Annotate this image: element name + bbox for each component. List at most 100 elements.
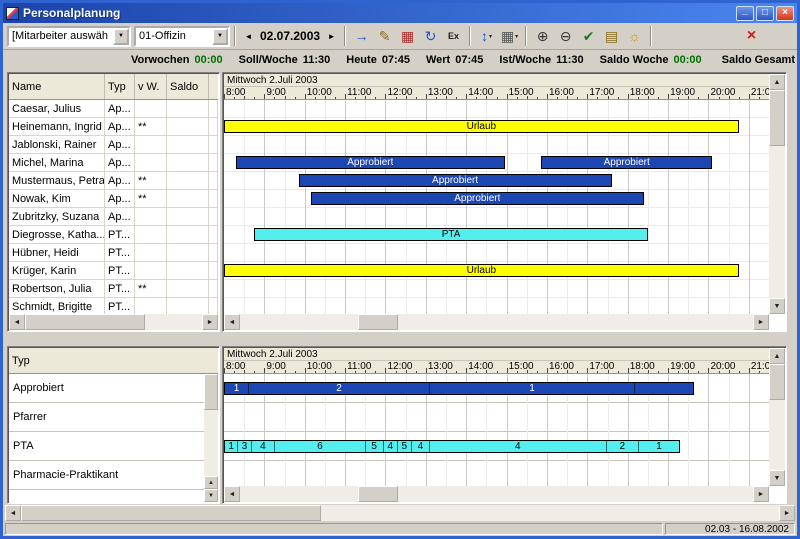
zoom-out-button[interactable]: ⊖ [554, 26, 577, 46]
scrollbar-thumb[interactable] [25, 314, 145, 330]
employee-row[interactable]: Michel, MarinaAp... [9, 154, 218, 172]
scrollbar-thumb[interactable] [358, 486, 398, 502]
gantt-bar[interactable]: PTA [254, 228, 648, 241]
scrollbar-track[interactable] [769, 90, 785, 298]
scrollbar-track[interactable] [240, 486, 753, 502]
employee-row[interactable]: Hübner, HeidiPT... [9, 244, 218, 262]
employee-row[interactable]: Robertson, JuliaPT...** [9, 280, 218, 298]
minimize-button[interactable]: _ [736, 6, 754, 21]
gantt-row[interactable] [224, 136, 769, 154]
delete-button[interactable]: × [740, 26, 763, 46]
tick-mark [708, 94, 709, 99]
maximize-button[interactable]: □ [756, 6, 774, 21]
employee-select[interactable]: [Mitarbeiter auswäh ▼ [7, 26, 131, 47]
scroll-up-button[interactable]: ▲ [769, 74, 785, 90]
scroll-left-button[interactable]: ◄ [224, 314, 240, 330]
scroll-up-button[interactable]: ▲ [204, 476, 218, 489]
scroll-down-button[interactable]: ▼ [769, 298, 785, 314]
scroll-up-button[interactable]: ▲ [769, 348, 785, 364]
sort-rows-button[interactable]: ↕▾ [475, 26, 498, 46]
scrollbar-thumb[interactable] [769, 90, 785, 146]
employee-row[interactable]: Caesar, JuliusAp... [9, 100, 218, 118]
scrollbar-thumb[interactable] [769, 364, 785, 400]
summary-bar[interactable]: 13465454421 [224, 440, 680, 453]
arrow-left-icon: ◄ [229, 319, 236, 326]
scroll-down-button[interactable]: ▼ [204, 489, 218, 502]
gantt-row[interactable] [224, 244, 769, 262]
excel-export-button[interactable]: Ex [442, 26, 465, 46]
gantt-bar[interactable]: Urlaub [224, 264, 739, 277]
type-row[interactable]: Approbiert [9, 374, 204, 403]
top-gantt-hscrollbar[interactable]: ◄ ► [224, 314, 769, 330]
scroll-left-button[interactable]: ◄ [9, 314, 25, 330]
gantt-bar[interactable]: Approbiert [541, 156, 713, 169]
status-value: 00:00 [194, 54, 222, 66]
branch-select[interactable]: 01-Offizin ▼ [134, 26, 230, 47]
scroll-right-button[interactable]: ► [753, 486, 769, 502]
previous-day-button[interactable]: ◄ [240, 27, 257, 46]
horizontal-splitter[interactable] [3, 332, 797, 346]
gantt-row[interactable] [224, 280, 769, 298]
gantt-bar[interactable]: Approbiert [236, 156, 504, 169]
refresh-button[interactable]: ↻ [419, 26, 442, 46]
scrollbar-track[interactable] [769, 364, 785, 470]
type-row[interactable]: Pfarrer [9, 403, 204, 432]
notes-button[interactable]: ☼ [623, 26, 646, 46]
tick-mark [486, 96, 487, 99]
scroll-right-button[interactable]: ► [779, 505, 795, 521]
type-row[interactable]: Pharmacie-Praktikant [9, 461, 204, 490]
tick-mark [497, 97, 498, 99]
next-day-button[interactable]: ► [323, 27, 340, 46]
confirm-button[interactable]: ✔ [577, 26, 600, 46]
scrollbar-thumb[interactable] [21, 505, 321, 521]
scrollbar-track[interactable] [240, 314, 753, 330]
summary-row[interactable] [224, 403, 769, 432]
app-hscrollbar[interactable]: ◄ ► [5, 505, 795, 521]
tick-mark [365, 96, 366, 99]
close-button[interactable]: × [776, 6, 794, 21]
scrollbar-track[interactable] [25, 314, 202, 330]
top-gantt-vscrollbar[interactable]: ▲ ▼ [769, 74, 785, 314]
scrollbar-track[interactable] [21, 505, 779, 521]
calendar-button[interactable]: ▦ [396, 26, 419, 46]
tick-mark [729, 370, 730, 373]
gantt-row[interactable] [224, 100, 769, 118]
employee-row[interactable]: Krüger, KarinPT... [9, 262, 218, 280]
grid-view-button[interactable]: ▦▾ [498, 26, 521, 46]
scrollbar-thumb[interactable] [358, 314, 398, 330]
employee-row[interactable]: Jablonski, RainerAp... [9, 136, 218, 154]
gantt-bar[interactable]: Urlaub [224, 120, 739, 133]
gantt-bar[interactable]: Approbiert [311, 192, 644, 205]
branch-select-arrow[interactable]: ▼ [212, 28, 228, 45]
employee-row[interactable]: Mustermaus, PetraAp...** [9, 172, 218, 190]
type-row[interactable]: PTA [9, 432, 204, 461]
scroll-right-button[interactable]: ► [202, 314, 218, 330]
gantt-row[interactable] [224, 208, 769, 226]
employee-row[interactable]: Zubritzky, SuzanaAp... [9, 208, 218, 226]
employee-select-arrow[interactable]: ▼ [113, 28, 129, 45]
employee-name-cell: Krüger, Karin [9, 262, 105, 279]
gantt-bar[interactable]: Approbiert [299, 174, 612, 187]
edit-plan-button[interactable]: ✎ [373, 26, 396, 46]
scrollbar-track[interactable] [204, 374, 218, 476]
employee-grid-hscrollbar[interactable]: ◄ ► [9, 314, 218, 330]
goto-day-button[interactable]: → [350, 26, 373, 46]
zoom-in-button[interactable]: ⊕ [531, 26, 554, 46]
type-grid-vscrollbar[interactable]: ▲ ▼ [204, 374, 218, 502]
employee-row[interactable]: Heinemann, IngridAp...** [9, 118, 218, 136]
cardfile-button[interactable]: ▤ [600, 26, 623, 46]
saldo-cell [167, 280, 209, 297]
scroll-left-button[interactable]: ◄ [5, 505, 21, 521]
vw-cell [135, 136, 167, 153]
scroll-left-button[interactable]: ◄ [224, 486, 240, 502]
summary-bar[interactable]: 121 [224, 382, 694, 395]
bottom-gantt-hscrollbar[interactable]: ◄ ► [224, 486, 769, 502]
scrollbar-thumb[interactable] [204, 374, 218, 410]
title-bar[interactable]: Personalplanung _□× [3, 3, 797, 23]
employee-row[interactable]: Nowak, KimAp...** [9, 190, 218, 208]
employee-row[interactable]: Diegrosse, Katha...PT... [9, 226, 218, 244]
summary-row[interactable] [224, 461, 769, 486]
bottom-gantt-vscrollbar[interactable]: ▲ ▼ [769, 348, 785, 486]
scroll-right-button[interactable]: ► [753, 314, 769, 330]
scroll-down-button[interactable]: ▼ [769, 470, 785, 486]
